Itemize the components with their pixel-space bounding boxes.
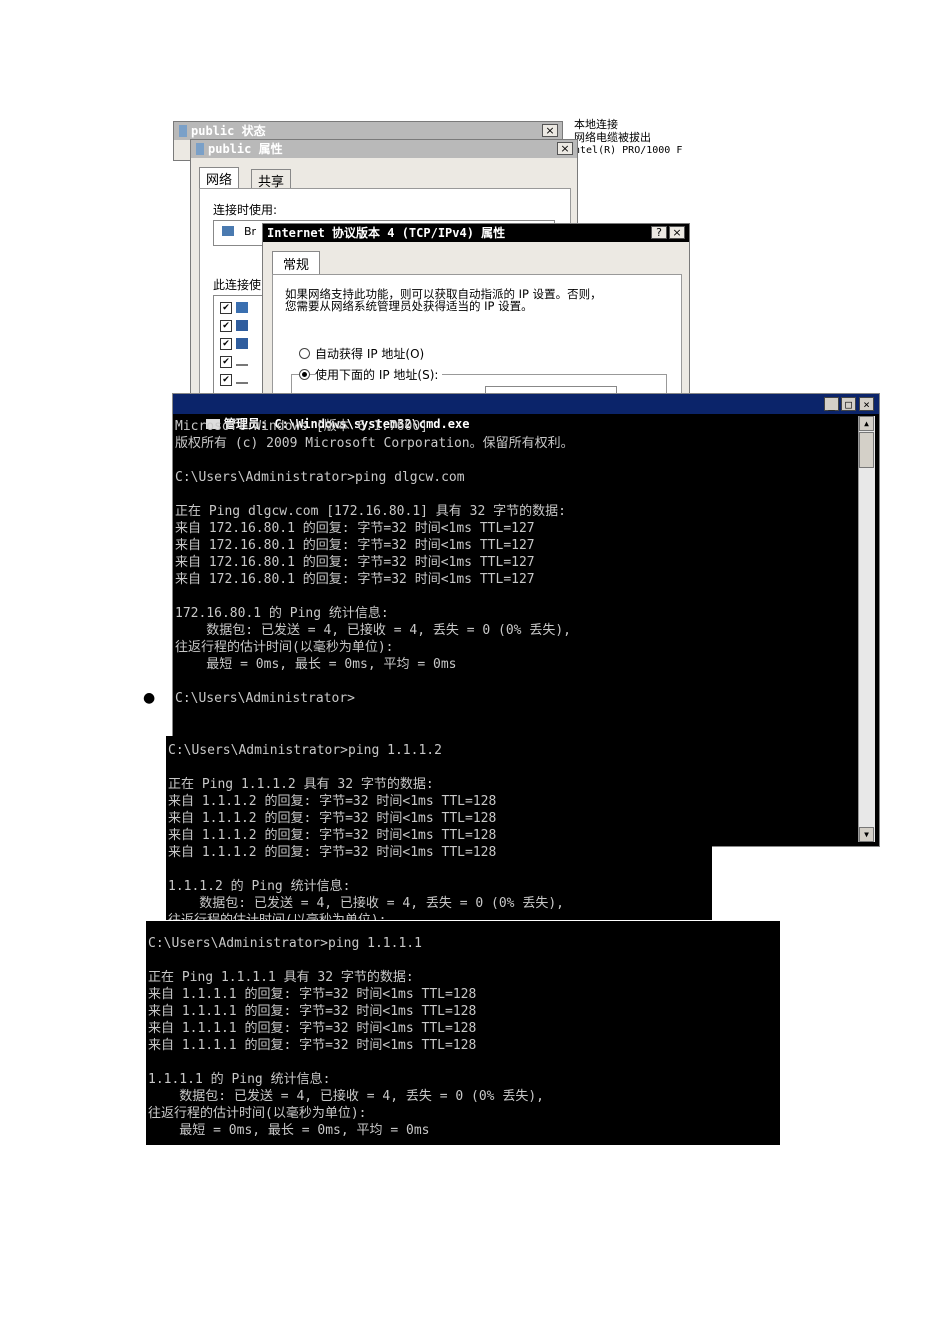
console-line: Microsoft Windows [版本 6.1.7600] [175, 419, 428, 434]
properties-close-button[interactable]: × [557, 142, 573, 155]
console-line: 172.16.80.1 的 Ping 统计信息: [175, 606, 389, 621]
console-line: C:\Users\Administrator>ping 1.1.1.2 [168, 743, 442, 758]
console-line: 最短 = 0ms, 最长 = 0ms, 平均 = 0ms [175, 657, 457, 672]
side-info-adapter: ntel(R) PRO/1000 F [574, 145, 683, 156]
console-line: 数据包: 已发送 = 4, 已接收 = 4, 丢失 = 0 (0% 丢失), [175, 623, 571, 638]
console-line: 来自 1.1.1.2 的回复: 字节=32 时间<1ms TTL=128 [168, 828, 497, 843]
scroll-down-arrow-icon[interactable]: ▼ [859, 827, 874, 842]
console-line: 版权所有 (c) 2009 Microsoft Corporation。保留所有… [175, 436, 574, 451]
item-checkbox[interactable]: ✔ [220, 302, 232, 314]
console-line: 来自 1.1.1.1 的回复: 字节=32 时间<1ms TTL=128 [148, 1021, 477, 1036]
console-line: 来自 172.16.80.1 的回复: 字节=32 时间<1ms TTL=127 [175, 555, 535, 570]
side-info-status: 网络电缆被拔出 [574, 131, 651, 144]
item-icon [236, 376, 248, 384]
status-window-titlebar[interactable]: public 状态 [174, 122, 562, 140]
console-snippet-ping-1111: C:\Users\Administrator>ping 1.1.1.1 正在 Pi… [146, 921, 780, 1145]
console-line: 最短 = 0ms, 最长 = 0ms, 平均 = 0ms [148, 1123, 430, 1138]
properties-window-titlebar[interactable]: public 属性 [191, 140, 577, 158]
network-icon [196, 143, 204, 155]
console-line: 数据包: 已发送 = 4, 已接收 = 4, 丢失 = 0 (0% 丢失), [168, 896, 564, 911]
item-icon [236, 320, 248, 331]
connect-using-label: 连接时使用: [213, 203, 278, 217]
auto-ip-radio[interactable] [299, 348, 310, 359]
item-checkbox[interactable]: ✔ [220, 320, 232, 332]
item-checkbox[interactable]: ✔ [220, 338, 232, 350]
tab-network[interactable]: 网络 [199, 167, 240, 189]
status-window-title: public 状态 [191, 124, 266, 138]
status-close-button[interactable]: × [542, 124, 558, 137]
item-checkbox[interactable]: ✔ [220, 374, 232, 386]
side-info: 本地连接 网络电缆被拔出 ntel(R) PRO/1000 F [574, 118, 682, 157]
item-icon [236, 358, 248, 366]
list-bullet: ● [143, 690, 156, 706]
ipv4-window-titlebar[interactable]: Internet 协议版本 4 (TCP/IPv4) 属性 [263, 224, 689, 242]
console-line: 来自 1.1.1.1 的回复: 字节=32 时间<1ms TTL=128 [148, 1004, 477, 1019]
ipv4-window-title: Internet 协议版本 4 (TCP/IPv4) 属性 [267, 226, 506, 240]
adapter-icon [222, 226, 234, 236]
manual-ip-radio[interactable] [299, 369, 310, 380]
ipv4-description-2: 您需要从网络系统管理员处获得适当的 IP 设置。 [285, 299, 533, 313]
ipv4-window: Internet 协议版本 4 (TCP/IPv4) 属性 ? × 常规 如果网… [262, 223, 690, 405]
console-line: 来自 1.1.1.1 的回复: 字节=32 时间<1ms TTL=128 [148, 1038, 477, 1053]
console-line: 1.1.1.2 的 Ping 统计信息: [168, 879, 351, 894]
console-snippet-output: C:\Users\Administrator>ping 1.1.1.2 正在 Pi… [168, 742, 564, 920]
console-line: 往返行程的估计时间(以毫秒为单位): [148, 1106, 367, 1121]
console-line: 正在 Ping 1.1.1.1 具有 32 字节的数据: [148, 970, 414, 985]
maximize-button[interactable]: □ [841, 397, 856, 411]
cmd-output: Microsoft Windows [版本 6.1.7600] 版权所有 (c) … [175, 418, 574, 707]
console-line: 正在 Ping dlgcw.com [172.16.80.1] 具有 32 字节… [175, 504, 566, 519]
console-line: 1.1.1.1 的 Ping 统计信息: [148, 1072, 331, 1087]
console-snippet-ping-1112: C:\Users\Administrator>ping 1.1.1.2 正在 Pi… [166, 736, 712, 920]
console-line: 正在 Ping 1.1.1.2 具有 32 字节的数据: [168, 777, 434, 792]
auto-ip-label: 自动获得 IP 地址(O) [315, 347, 425, 361]
console-line: 来自 1.1.1.2 的回复: 字节=32 时间<1ms TTL=128 [168, 811, 497, 826]
console-line: 来自 1.1.1.2 的回复: 字节=32 时间<1ms TTL=128 [168, 845, 497, 860]
cmd-titlebar[interactable]: 管理员: C:\Windows\system32\cmd.exe [173, 394, 879, 431]
scroll-thumb[interactable] [859, 432, 874, 468]
items-list: ✔ ✔ ✔ ✔ ✔ [213, 295, 265, 397]
network-icon [179, 125, 187, 137]
console-line: 数据包: 已发送 = 4, 已接收 = 4, 丢失 = 0 (0% 丢失), [148, 1089, 544, 1104]
minimize-button[interactable]: _ [824, 397, 839, 411]
ipv4-help-button[interactable]: ? [651, 226, 667, 239]
side-info-title: 本地连接 [574, 118, 618, 131]
scrollbar[interactable]: ▲ ▼ [858, 416, 875, 842]
console-line: 往返行程的估计时间(以毫秒为单位): [168, 912, 564, 920]
scroll-up-arrow-icon[interactable]: ▲ [859, 416, 874, 431]
console-snippet-output: C:\Users\Administrator>ping 1.1.1.1 正在 Pi… [148, 935, 544, 1139]
console-line: 来自 1.1.1.1 的回复: 字节=32 时间<1ms TTL=128 [148, 987, 477, 1002]
manual-ip-label: 使用下面的 IP 地址(S): [315, 366, 443, 383]
tab-general[interactable]: 常规 [272, 251, 321, 275]
adapter-text: Br [244, 225, 257, 238]
console-line: C:\Users\Administrator>ping dlgcw.com [175, 470, 465, 485]
item-icon [236, 302, 248, 313]
properties-window-title: public 属性 [208, 142, 283, 156]
console-line: 往返行程的估计时间(以毫秒为单位): [175, 640, 394, 655]
item-checkbox[interactable]: ✔ [220, 356, 232, 368]
console-line: 来自 172.16.80.1 的回复: 字节=32 时间<1ms TTL=127 [175, 521, 535, 536]
item-icon [236, 338, 248, 349]
close-button[interactable]: × [859, 397, 874, 411]
console-line: 来自 172.16.80.1 的回复: 字节=32 时间<1ms TTL=127 [175, 538, 535, 553]
console-line: C:\Users\Administrator>ping 1.1.1.1 [148, 936, 422, 951]
console-line: 来自 172.16.80.1 的回复: 字节=32 时间<1ms TTL=127 [175, 572, 535, 587]
console-line: 来自 1.1.1.2 的回复: 字节=32 时间<1ms TTL=128 [168, 794, 497, 809]
console-line: C:\Users\Administrator> [175, 691, 356, 706]
ipv4-close-button[interactable]: × [669, 226, 685, 239]
items-label: 此连接使 [213, 278, 262, 292]
